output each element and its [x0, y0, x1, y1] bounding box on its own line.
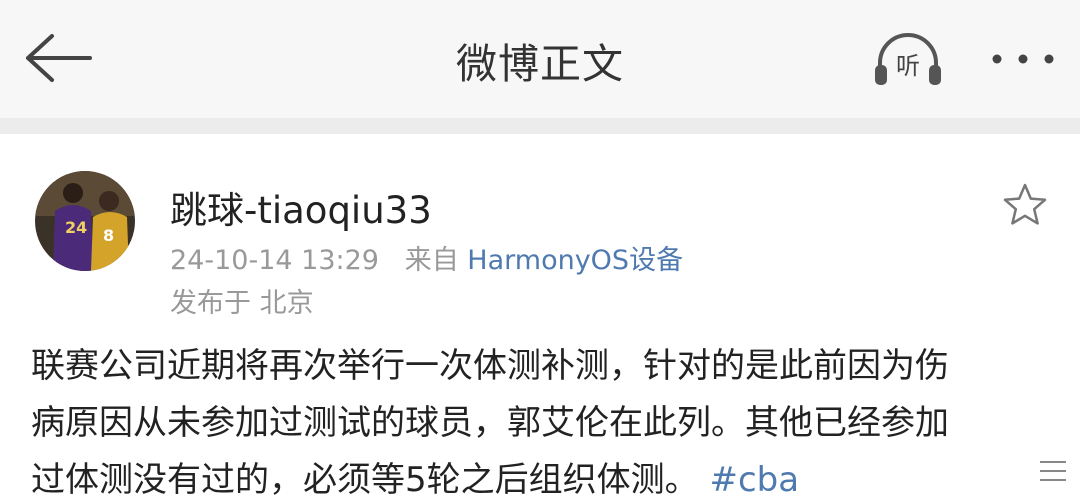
- svg-text:24: 24: [65, 218, 87, 237]
- post-location: 发布于 北京: [170, 288, 314, 319]
- more-dots-icon[interactable]: [988, 40, 1058, 80]
- section-divider: [0, 118, 1080, 134]
- source-device-link[interactable]: HarmonyOS设备: [467, 245, 683, 276]
- listen-label: 听: [896, 52, 920, 80]
- author-name[interactable]: 跳球-tiaoqiu33: [170, 180, 432, 234]
- star-outline-icon[interactable]: [1000, 180, 1050, 230]
- svg-text:8: 8: [103, 226, 114, 245]
- listen-headphones-icon[interactable]: 听: [872, 33, 944, 87]
- post-meta: 24-10-14 13:29 来自 HarmonyOS设备: [170, 238, 683, 277]
- drag-handle-icon[interactable]: [1036, 456, 1070, 486]
- post-text-line: 过体测没有过的，必须等5轮之后组织体测。: [31, 460, 699, 495]
- avatar[interactable]: 24 8: [35, 171, 135, 271]
- post-text-line: 联赛公司近期将再次举行一次体测补测，针对的是此前因为伤: [31, 346, 949, 386]
- hashtag-link[interactable]: #cba: [709, 460, 799, 495]
- source-prefix: 来自: [404, 245, 459, 276]
- top-nav-bar: 微博正文 听: [0, 0, 1080, 118]
- post-text-line: 病原因从未参加过测试的球员，郭艾伦在此列。其他已经参加: [31, 403, 949, 443]
- post-timestamp: 24-10-14 13:29: [170, 245, 379, 276]
